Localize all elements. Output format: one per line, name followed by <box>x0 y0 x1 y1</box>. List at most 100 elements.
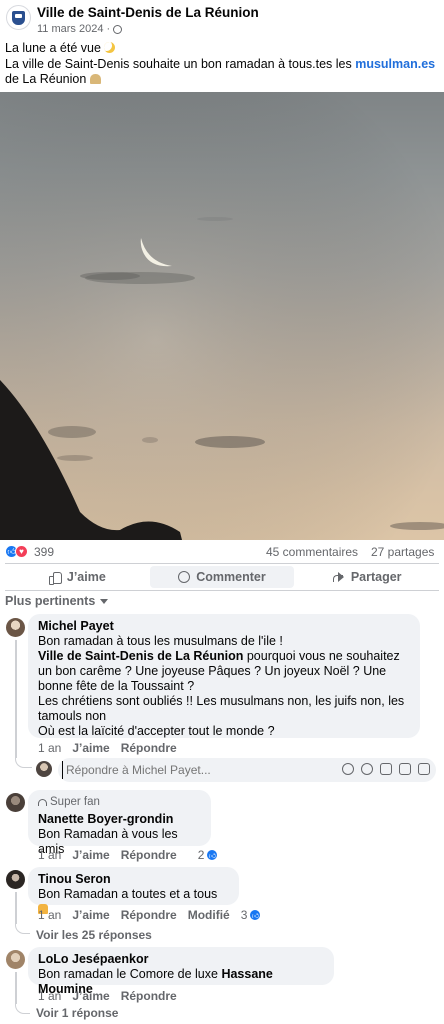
comments-count[interactable]: 45 commentaires <box>266 545 358 559</box>
mosque-emoji <box>89 74 101 84</box>
reactions-row: 👍︎ ♥ 399 45 commentaires 27 partages <box>0 542 444 562</box>
post-date[interactable]: 11 mars 2024 <box>37 23 103 35</box>
page-avatar[interactable] <box>6 5 31 30</box>
comment-actions: 1 an J’aime Répondre <box>38 989 177 1003</box>
like-label: J’aime <box>66 570 106 584</box>
city-crest-icon <box>12 10 25 25</box>
comment-author[interactable]: Nanette Boyer-grondin <box>38 812 201 827</box>
shares-count[interactable]: 27 partages <box>371 545 434 559</box>
comment-time[interactable]: 1 an <box>38 741 61 755</box>
love-icon: ♥ <box>15 545 28 558</box>
like-icon: 👍︎ <box>206 849 219 861</box>
comment-reply-button[interactable]: Répondre <box>121 908 177 922</box>
comment-bubble: Tinou Seron Bon Ramadan a toutes et a to… <box>28 867 239 914</box>
comment-bubble: Super fan Nanette Boyer-grondin Bon Rama… <box>28 790 211 856</box>
action-bar: J’aime Commenter Partager <box>5 566 439 588</box>
reaction-count[interactable]: 399 <box>34 545 54 559</box>
like-button[interactable]: J’aime <box>5 566 150 588</box>
comment-time[interactable]: 1 an <box>38 848 61 862</box>
comment-text: Bon Ramadan a toutes et a tous <box>38 887 218 901</box>
comment-bubble: LoLo Jesépaenkor Bon ramadan le Comore d… <box>28 947 334 996</box>
thread-line <box>15 918 30 934</box>
reaction-count: 3 <box>240 908 248 922</box>
badge-label: Super fan <box>50 796 100 808</box>
comment-text: Les chrétiens sont oubliés !! Les musulm… <box>38 694 405 723</box>
page-mention[interactable]: Ville de Saint-Denis de La Réunion <box>38 649 243 663</box>
divider <box>5 563 439 564</box>
super-fan-badge[interactable]: Super fan <box>38 795 201 810</box>
post-line-2: La ville de Saint-Denis souhaite un bon … <box>5 56 356 71</box>
reply-input[interactable] <box>62 761 352 779</box>
comment-reply-button[interactable]: Répondre <box>121 741 177 755</box>
comment-actions: 1 an J’aime Répondre Modifié 3 👍︎ <box>38 908 262 922</box>
post-line-3: de La Réunion <box>5 72 87 86</box>
cloud <box>195 436 265 448</box>
cloud <box>48 426 96 438</box>
sort-label: Plus pertinents <box>5 594 96 608</box>
comment-reply-button[interactable]: Répondre <box>121 848 177 862</box>
comment-reactions[interactable]: 2 👍︎ <box>198 848 219 862</box>
reaction-icons[interactable]: 👍︎ ♥ <box>5 545 28 558</box>
superfan-icon <box>38 799 47 806</box>
comment-icon <box>178 571 191 583</box>
post-line-1: La lune a été vue <box>5 41 101 55</box>
hashtag-link[interactable]: musulman.es <box>355 57 435 71</box>
comment-actions: 1 an J’aime Répondre 2 👍︎ <box>38 848 219 862</box>
comment-sort-dropdown[interactable]: Plus pertinents <box>5 594 109 608</box>
comment-label: Commenter <box>196 570 266 584</box>
avatar[interactable] <box>6 618 25 637</box>
comment-time[interactable]: 1 an <box>38 989 61 1003</box>
post-photo[interactable] <box>0 92 444 540</box>
reaction-count: 2 <box>197 848 205 862</box>
avatar-sticker-icon[interactable] <box>342 763 354 775</box>
emoji-icon[interactable] <box>361 763 373 775</box>
comment-author[interactable]: LoLo Jesépaenkor <box>38 952 324 967</box>
chevron-down-icon <box>100 599 109 604</box>
avatar[interactable] <box>6 950 25 969</box>
like-icon <box>48 571 62 585</box>
current-user-avatar[interactable] <box>36 761 52 777</box>
comment-author[interactable]: Michel Payet <box>38 619 410 634</box>
edited-label[interactable]: Modifié <box>188 908 230 922</box>
post-header: Ville de Saint-Denis de La Réunion 11 ma… <box>0 0 444 40</box>
comment-text: Ville de Saint-Denis de La Réunion pourq… <box>38 649 410 694</box>
comment-like-button[interactable]: J’aime <box>72 989 109 1003</box>
comment-author[interactable]: Tinou Seron <box>38 872 229 887</box>
thread-line <box>15 640 17 758</box>
comment-like-button[interactable]: J’aime <box>72 908 109 922</box>
sticker-icon[interactable] <box>418 763 430 775</box>
comment-text: Où est la laïcité d'accepter tout le mon… <box>38 724 275 738</box>
share-icon <box>332 571 345 583</box>
reply-box[interactable] <box>58 758 436 782</box>
share-button[interactable]: Partager <box>294 566 439 588</box>
comment-time[interactable]: 1 an <box>38 908 61 922</box>
comment-button[interactable]: Commenter <box>149 566 295 588</box>
post-meta: 11 mars 2024 · <box>37 23 123 35</box>
comment-reactions[interactable]: 3 👍︎ <box>241 908 262 922</box>
like-icon: 👍︎ <box>249 909 262 921</box>
thread-line <box>15 998 30 1014</box>
share-label: Partager <box>350 570 402 584</box>
comment-text: Bon ramadan le Comore de luxe <box>38 967 222 981</box>
crescent-moon-photo <box>0 92 444 540</box>
reply-tools <box>342 763 430 775</box>
comment-like-button[interactable]: J’aime <box>72 741 109 755</box>
gif-icon[interactable] <box>399 763 411 775</box>
comment-text: Bon ramadan à tous les musulmans de l'il… <box>38 634 283 648</box>
comment-like-button[interactable]: J’aime <box>72 848 109 862</box>
comment-actions: 1 an J’aime Répondre <box>38 741 177 755</box>
avatar[interactable] <box>6 793 25 812</box>
moon-emoji <box>104 42 116 53</box>
post-text: La lune a été vue La ville de Saint-Deni… <box>5 41 439 88</box>
comment-reply-button[interactable]: Répondre <box>121 989 177 1003</box>
globe-icon <box>113 24 123 34</box>
divider <box>5 590 439 591</box>
page-name[interactable]: Ville de Saint-Denis de La Réunion <box>37 5 259 20</box>
see-replies-link[interactable]: Voir 1 réponse <box>36 1006 118 1020</box>
meta-separator: · <box>106 23 111 35</box>
camera-icon[interactable] <box>380 763 392 775</box>
see-replies-link[interactable]: Voir les 25 réponses <box>36 928 152 942</box>
cloud <box>197 217 233 221</box>
thread-line <box>15 750 32 768</box>
avatar[interactable] <box>6 870 25 889</box>
